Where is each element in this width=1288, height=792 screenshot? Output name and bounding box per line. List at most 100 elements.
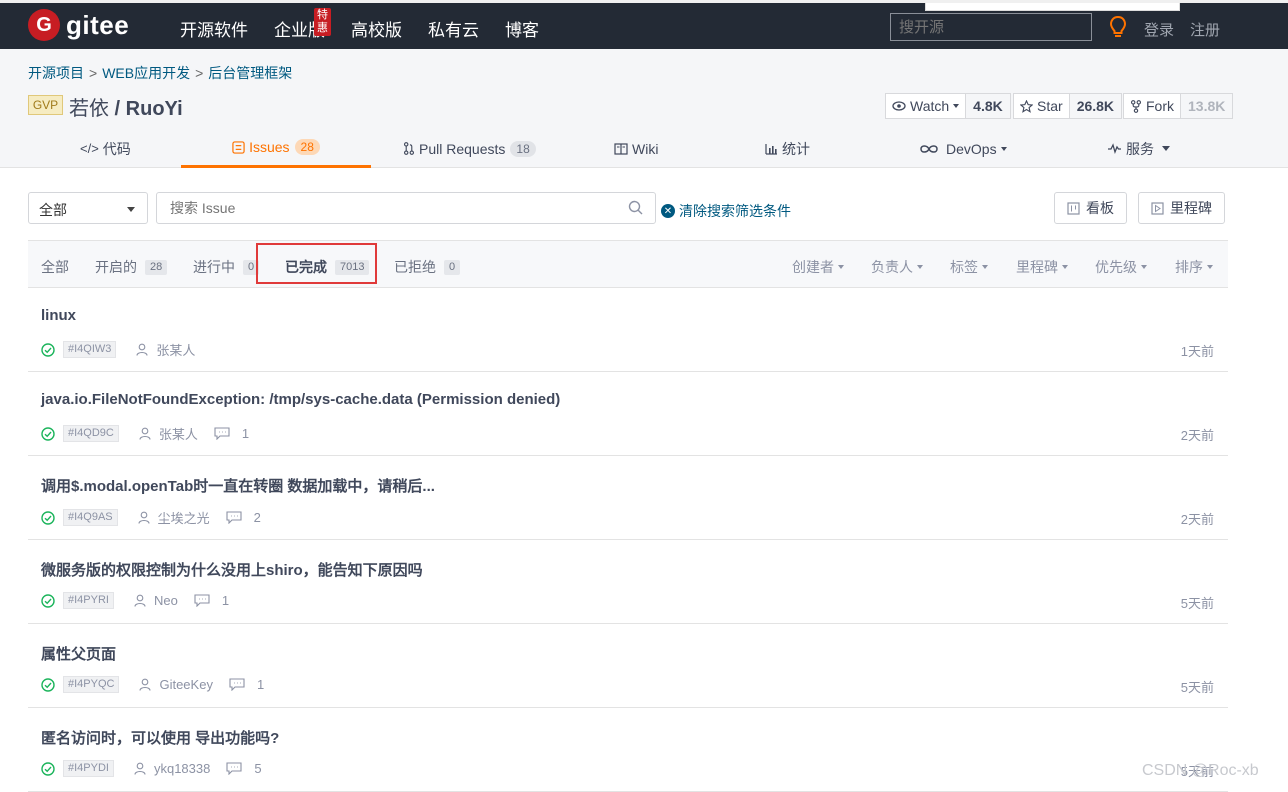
filter-priority[interactable]: 优先级 (1095, 257, 1147, 277)
tab-pull-requests[interactable]: Pull Requests 18 (403, 129, 536, 168)
issue-comments[interactable]: 2 (226, 510, 261, 525)
issue-comments[interactable]: 1 (214, 426, 249, 441)
tab-wiki[interactable]: Wiki (614, 129, 658, 168)
tab-stats[interactable]: 统计 (765, 129, 810, 168)
filter-assignee[interactable]: 负责人 (871, 257, 923, 277)
star-label: Star (1037, 98, 1063, 114)
issue-title-link[interactable]: java.io.FileNotFoundException: /tmp/sys-… (41, 391, 560, 408)
top-search-input[interactable] (890, 13, 1092, 41)
nav-link-education[interactable]: 高校版 (351, 16, 402, 41)
title-slash: / (109, 98, 126, 120)
check-circle-icon (41, 593, 55, 608)
user-icon (134, 762, 150, 775)
issue-comment-count: 1 (256, 677, 265, 692)
status-tab-label: 开启的 (95, 259, 137, 275)
breadcrumb-item[interactable]: WEB应用开发 (102, 65, 190, 81)
filter-label: 创建者 (792, 259, 834, 275)
issue-meta: #I4PYQC GiteeKey 1 (41, 676, 264, 693)
fork-button-label-wrap: Fork (1124, 94, 1181, 118)
breadcrumb-item[interactable]: 后台管理框架 (208, 65, 292, 81)
issue-id[interactable]: #I4PYDI (63, 760, 114, 777)
milestone-button[interactable]: 里程碑 (1138, 192, 1225, 224)
user-icon (138, 511, 154, 524)
issue-author[interactable]: ykq18338 (134, 761, 210, 776)
board-button[interactable]: 看板 (1054, 192, 1127, 224)
gitee-logo[interactable]: G gitee (28, 9, 129, 41)
status-tab-in-progress[interactable]: 进行中 0 (193, 257, 260, 277)
filter-creator[interactable]: 创建者 (792, 257, 844, 277)
nav-link-enterprise[interactable]: 企业版 特惠 (274, 8, 331, 41)
issue-comments[interactable]: 1 (229, 677, 264, 692)
filter-label-tag[interactable]: 标签 (950, 257, 988, 277)
tab-code[interactable]: </> 代码 (80, 129, 131, 168)
caret-down-icon (1207, 265, 1213, 269)
clear-filters-link[interactable]: ✕ 清除搜索筛选条件 (661, 201, 791, 221)
issue-author[interactable]: Neo (134, 593, 178, 608)
issue-time: 2天前 (1180, 512, 1214, 527)
issue-id[interactable]: #I4Q9AS (63, 509, 118, 526)
watch-button[interactable]: Watch 4.8K (885, 93, 1011, 119)
scope-select[interactable]: 全部 (28, 192, 148, 224)
issue-comments[interactable]: 1 (194, 593, 229, 608)
check-circle-icon (41, 510, 55, 525)
issue-search-input[interactable] (156, 192, 656, 224)
status-tab-rejected[interactable]: 已拒绝 0 (394, 257, 461, 277)
chevron-down-icon (127, 207, 135, 212)
tab-code-label: 代码 (102, 140, 131, 157)
nav-link-open-source[interactable]: 开源软件 (180, 16, 248, 41)
issue-time: 2天前 (1180, 428, 1214, 443)
tab-services[interactable]: 服务 (1107, 129, 1170, 168)
issue-meta: #I4Q9AS 尘埃之光 2 (41, 508, 261, 527)
comment-icon (226, 511, 248, 524)
issue-meta: #I4QIW3 张某人 (41, 340, 195, 359)
issue-title-link[interactable]: 匿名访问时，可以使用 导出功能吗? (41, 727, 279, 748)
watermark: CSDN @Roc-xb (1142, 762, 1259, 779)
breadcrumb-item[interactable]: 开源项目 (28, 65, 84, 81)
issue-title-link[interactable]: 微服务版的权限控制为什么没用上shiro，能告知下原因吗 (41, 559, 423, 580)
status-tab-open[interactable]: 开启的 28 (95, 257, 168, 277)
nav-link-private-cloud[interactable]: 私有云 (428, 16, 479, 41)
issue-title-link[interactable]: linux (41, 307, 76, 324)
pull-request-icon (403, 142, 415, 155)
user-icon (136, 343, 152, 356)
star-count: 26.8K (1069, 94, 1122, 118)
project-name-link[interactable]: RuoYi (126, 98, 183, 120)
issue-id[interactable]: #I4QD9C (63, 425, 119, 442)
login-link[interactable]: 登录 (1144, 19, 1174, 40)
gvp-badge[interactable]: GVP (28, 95, 63, 115)
issue-comments[interactable]: 5 (226, 761, 262, 776)
filter-milestone[interactable]: 里程碑 (1016, 257, 1068, 277)
issue-author[interactable]: GiteeKey (139, 677, 213, 692)
close-icon: ✕ (661, 204, 675, 218)
top-nav-links: 开源软件 企业版 特惠 高校版 私有云 博客 (180, 8, 565, 41)
nav-link-blog[interactable]: 博客 (505, 16, 539, 41)
tab-issues[interactable]: Issues 28 (181, 129, 371, 168)
register-link[interactable]: 注册 (1190, 19, 1220, 40)
lightbulb-icon[interactable] (1109, 16, 1127, 38)
tab-issues-count: 28 (294, 139, 320, 155)
issue-title-link[interactable]: 属性父页面 (41, 643, 116, 664)
issue-comment-count: 1 (221, 593, 230, 608)
tab-devops[interactable]: DevOps (919, 129, 1007, 168)
issue-id[interactable]: #I4QIW3 (63, 341, 117, 358)
fork-icon (1130, 99, 1142, 113)
issue-author[interactable]: 张某人 (139, 424, 198, 443)
issue-id[interactable]: #I4PYQC (63, 676, 120, 693)
issue-id[interactable]: #I4PYRI (63, 592, 114, 609)
status-tab-all[interactable]: 全部 (41, 257, 69, 277)
filter-sort[interactable]: 排序 (1175, 257, 1213, 277)
issue-author-name: 张某人 (158, 427, 198, 442)
fork-label: Fork (1146, 98, 1174, 114)
code-icon: </> (80, 141, 99, 156)
issue-author[interactable]: 张某人 (136, 340, 195, 359)
tab-devops-label: DevOps (946, 140, 997, 157)
issue-author[interactable]: 尘埃之光 (138, 508, 210, 527)
issue-title-link[interactable]: 调用$.modal.openTab时一直在转圈 数据加载中，请稍后... (41, 475, 435, 496)
project-owner-link[interactable]: 若依 (69, 98, 109, 120)
search-icon[interactable] (628, 200, 644, 216)
issue-author-name: Neo (153, 593, 178, 608)
fork-button[interactable]: Fork 13.8K (1123, 93, 1234, 119)
check-circle-icon (41, 342, 55, 357)
issue-time: 5天前 (1180, 596, 1214, 611)
star-button[interactable]: Star 26.8K (1013, 93, 1123, 119)
